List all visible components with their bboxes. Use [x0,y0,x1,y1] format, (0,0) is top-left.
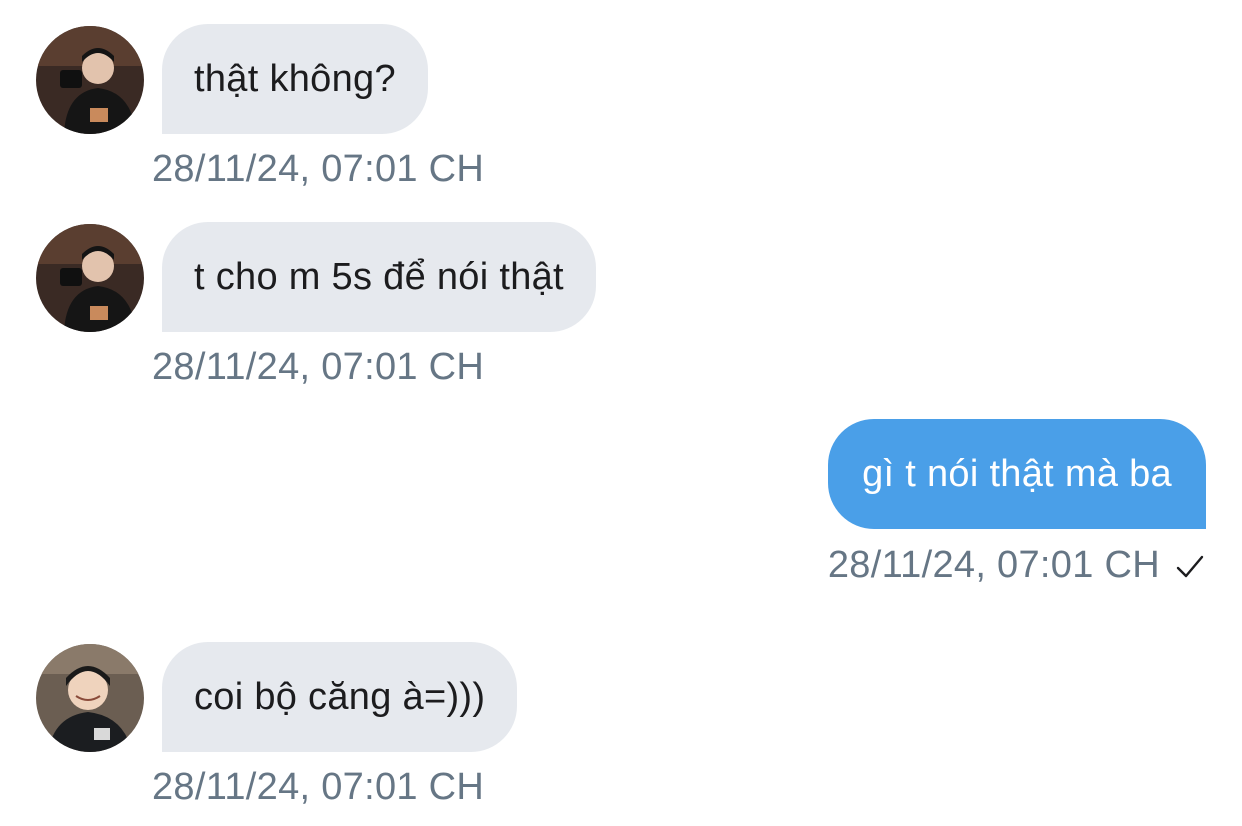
outgoing-message-bubble[interactable]: gì t nói thật mà ba [828,419,1206,529]
message-status: 28/11/24, 07:01 CH [828,544,1206,587]
message-timestamp: 28/11/24, 07:01 CH [827,544,1160,586]
sender-avatar[interactable] [36,644,144,752]
check-icon [1174,550,1206,582]
message-text: thật không? [194,57,396,100]
message-timestamp: 28/11/24, 07:01 CH [152,766,485,808]
message-text: gì t nói thật mà ba [862,452,1172,495]
message-timestamp: 28/11/24, 07:01 CH [152,346,485,388]
message-timestamp: 28/11/24, 07:01 CH [152,148,485,190]
sender-avatar[interactable] [36,26,144,134]
avatar-photo [36,224,144,332]
avatar-photo [36,644,144,752]
message-thread: thật không? 28/11/24, 07:01 CH t cho m 5… [0,0,1242,826]
incoming-message-bubble[interactable]: thật không? [162,24,428,134]
incoming-message-bubble[interactable]: t cho m 5s để nói thật [162,222,596,332]
message-text: t cho m 5s để nói thật [194,255,564,298]
message-text: coi bộ căng à=))) [194,675,486,718]
incoming-message-bubble[interactable]: coi bộ căng à=))) [162,642,518,752]
sender-avatar[interactable] [36,224,144,332]
avatar-photo [36,26,144,134]
